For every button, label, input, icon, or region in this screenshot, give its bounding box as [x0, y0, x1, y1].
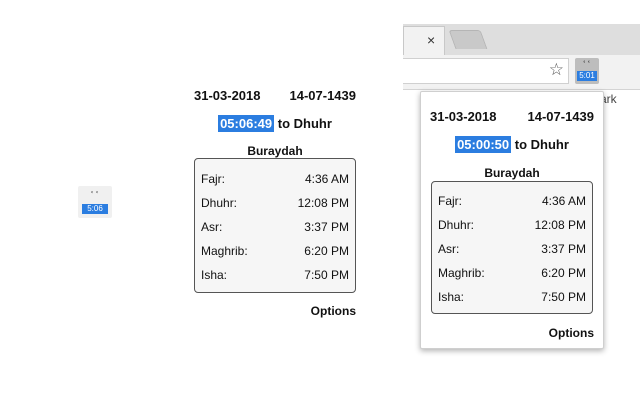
city-name: Buraydah: [247, 144, 303, 158]
prayer-row-maghrib: Maghrib: 6:20 PM: [201, 239, 349, 263]
extension-popup: 31-03-2018 14-07-1439 05:00:50 to Dhuhr …: [420, 91, 604, 349]
prayer-name: Asr:: [201, 220, 223, 234]
prayer-row-maghrib: Maghrib: 6:20 PM: [438, 261, 586, 285]
prayer-time: 4:36 AM: [541, 194, 586, 208]
time-badge: 5:06: [82, 204, 108, 214]
prayer-time: 6:20 PM: [541, 266, 586, 280]
prayer-time: 7:50 PM: [304, 268, 349, 282]
prayer-times-table: Fajr: 4:36 AM Dhuhr: 12:08 PM Asr: 3:37 …: [194, 158, 356, 293]
prayer-time: 7:50 PM: [541, 290, 586, 304]
countdown-timer: 05:00:50: [455, 136, 512, 153]
prayer-name: Maghrib:: [201, 244, 248, 258]
prayer-name: Maghrib:: [438, 266, 485, 280]
options-link[interactable]: Options: [311, 304, 356, 318]
time-badge: 5:01: [577, 71, 597, 81]
prayer-row-fajr: Fajr: 4:36 AM: [438, 189, 586, 213]
prayer-time: 3:37 PM: [541, 242, 586, 256]
mosque-icon: ʿʿ: [90, 189, 100, 203]
city-name: Buraydah: [484, 166, 540, 180]
prayer-time: 12:08 PM: [534, 218, 586, 232]
prayer-time: 12:08 PM: [297, 196, 349, 210]
prayer-name: Fajr:: [438, 194, 462, 208]
inactive-tab[interactable]: [448, 30, 488, 49]
prayer-row-asr: Asr: 3:37 PM: [201, 215, 349, 239]
gregorian-date: 31-03-2018: [430, 109, 497, 124]
extension-toolbar-icon[interactable]: ʿʿ 5:01: [575, 58, 599, 84]
address-bar[interactable]: ☆: [403, 58, 569, 84]
prayer-name: Isha:: [201, 268, 228, 282]
active-tab[interactable]: ×: [403, 26, 445, 57]
extension-icon[interactable]: ʿʿ 5:06: [78, 186, 112, 218]
options-link[interactable]: Options: [549, 326, 594, 340]
hijri-date: 14-07-1439: [289, 88, 357, 103]
countdown-line: 05:06:49 to Dhuhr: [190, 115, 360, 132]
gregorian-date: 31-03-2018: [194, 88, 261, 103]
prayer-name: Fajr:: [201, 172, 225, 186]
prayer-row-fajr: Fajr: 4:36 AM: [201, 167, 349, 191]
hijri-date: 14-07-1439: [527, 109, 595, 124]
prayer-time: 6:20 PM: [304, 244, 349, 258]
countdown-line: 05:00:50 to Dhuhr: [421, 136, 603, 153]
prayer-time: 3:37 PM: [304, 220, 349, 234]
bookmark-star-icon[interactable]: ☆: [549, 60, 564, 80]
close-icon[interactable]: ×: [427, 30, 435, 50]
prayer-name: Isha:: [438, 290, 465, 304]
prayer-time: 4:36 AM: [304, 172, 349, 186]
next-prayer-text: to Dhuhr: [277, 116, 332, 131]
prayer-row-isha: Isha: 7:50 PM: [438, 285, 586, 309]
prayer-name: Dhuhr:: [201, 196, 238, 210]
prayer-row-dhuhr: Dhuhr: 12:08 PM: [201, 191, 349, 215]
prayer-times-table: Fajr: 4:36 AM Dhuhr: 12:08 PM Asr: 3:37 …: [431, 181, 593, 314]
prayer-row-dhuhr: Dhuhr: 12:08 PM: [438, 213, 586, 237]
prayer-row-isha: Isha: 7:50 PM: [201, 263, 349, 287]
next-prayer-text: to Dhuhr: [514, 137, 569, 152]
prayer-name: Asr:: [438, 242, 460, 256]
prayer-panel-left: 31-03-2018 14-07-1439 05:06:49 to Dhuhr …: [190, 85, 360, 325]
prayer-name: Dhuhr:: [438, 218, 475, 232]
prayer-row-asr: Asr: 3:37 PM: [438, 237, 586, 261]
countdown-timer: 05:06:49: [218, 115, 275, 132]
